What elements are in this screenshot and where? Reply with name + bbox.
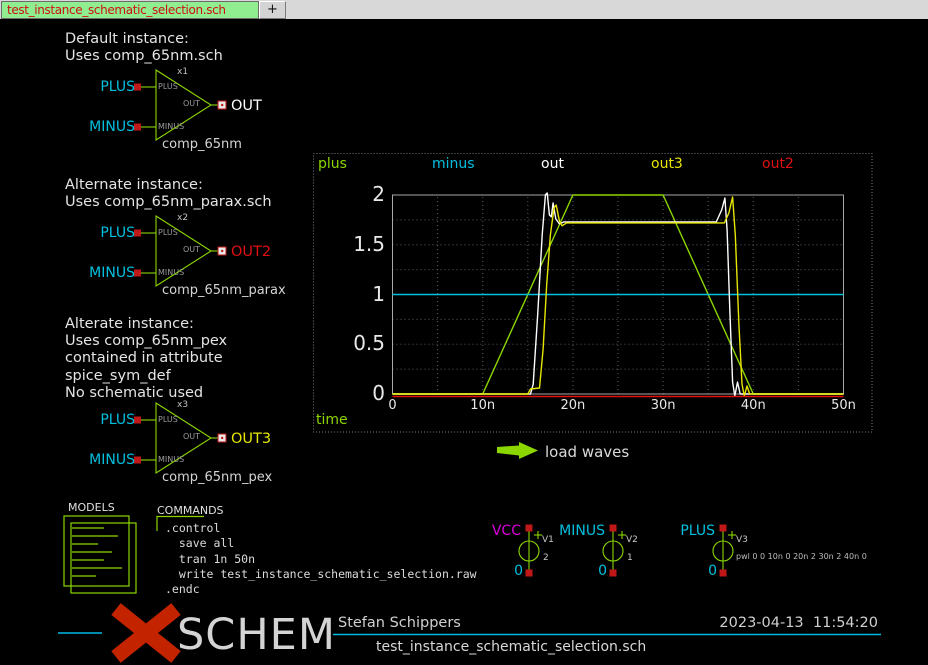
x-axis-label: time	[316, 412, 348, 429]
net-label-plus[interactable]: PLUS	[85, 225, 135, 242]
text-line: Alterate instance:	[65, 316, 227, 333]
y-tick-0: 0	[325, 381, 385, 405]
text-line: .control	[165, 521, 477, 536]
net-label-minus-src[interactable]: MINUS	[551, 523, 605, 540]
net-label-minus[interactable]: MINUS	[85, 452, 135, 469]
net-label-minus[interactable]: MINUS	[85, 265, 135, 282]
value-v2: 1	[627, 553, 633, 564]
out3-pin-dot	[221, 437, 223, 439]
text-line: Default instance:	[65, 31, 223, 48]
pin-name-minus: MINUS	[158, 455, 184, 465]
load-waves-label[interactable]: load waves	[545, 444, 629, 461]
x-tick-10n: 10n	[461, 397, 505, 414]
cell-name: comp_65nm	[162, 136, 242, 153]
models-icon[interactable]	[64, 516, 136, 593]
instance-note-3: Alterate instance:Uses comp_65nm_pexcont…	[65, 316, 227, 402]
refdes-label: x1	[177, 67, 188, 78]
instance-note-2: Alternate instance:Uses comp_65nm_parax.…	[65, 177, 272, 211]
commands-label: COMMANDS	[157, 502, 224, 519]
legend-minus: minus	[432, 156, 475, 173]
y-tick-1.5: 1.5	[325, 232, 385, 256]
y-tick-0.5: 0.5	[325, 331, 385, 355]
net-label-vcc[interactable]: VCC	[467, 523, 521, 540]
x-tick-50n: 50n	[822, 397, 866, 414]
net-label-out3[interactable]: OUT3	[231, 431, 271, 448]
net-label-plus[interactable]: PLUS	[85, 79, 135, 96]
text-line: Uses comp_65nm_pex	[65, 333, 227, 350]
text-line: tran 1n 50n	[165, 552, 477, 567]
xschem-logo-text: SCHEM	[177, 611, 336, 659]
pin-name-minus: MINUS	[158, 268, 184, 278]
net-label-gnd[interactable]: 0	[505, 563, 523, 580]
net-label-gnd[interactable]: 0	[589, 563, 607, 580]
net-label-minus[interactable]: MINUS	[85, 119, 135, 136]
text-line: Alternate instance:	[65, 177, 272, 194]
refdes-v3: V3	[736, 535, 748, 546]
author-name: Stefan Schippers	[338, 615, 461, 632]
cell-name: comp_65nm_pex	[162, 469, 272, 486]
refdes-label: x3	[177, 400, 188, 411]
pin-name-minus: MINUS	[158, 122, 184, 132]
commands-text[interactable]: .control save all tran 1n 50n write test…	[165, 521, 477, 597]
net-label-out2[interactable]: OUT2	[231, 244, 271, 261]
xschem-logo-x-icon	[116, 609, 176, 657]
legend-out3: out3	[651, 156, 683, 173]
sheet-title: test_instance_schematic_selection.sch	[376, 639, 646, 656]
xschem-window: test_instance_schematic_selection.sch + …	[0, 0, 928, 665]
text-line: save all	[165, 536, 477, 551]
text-line: Uses comp_65nm_parax.sch	[65, 194, 272, 211]
text-line: No schematic used	[65, 385, 227, 402]
load-waves-arrow-icon[interactable]	[497, 442, 538, 459]
wave-out3	[393, 197, 844, 396]
cell-name: comp_65nm_parax	[162, 282, 286, 299]
pin-name-out: OUT	[183, 432, 200, 442]
legend-out: out	[541, 156, 564, 173]
timestamp: 2023-04-13 11:54:20	[690, 615, 878, 632]
new-tab-button[interactable]: +	[259, 1, 286, 19]
x-tick-40n: 40n	[731, 397, 775, 414]
net-label-plus[interactable]: PLUS	[85, 412, 135, 429]
text-line: contained in attribute	[65, 350, 227, 367]
value-v1: 2	[543, 553, 549, 564]
text-line: spice_sym_def	[65, 368, 227, 385]
pin-name-out: OUT	[183, 245, 200, 255]
y-tick-1: 1	[325, 282, 385, 306]
pin-name-out: OUT	[183, 99, 200, 109]
instance-note-1: Default instance:Uses comp_65nm.sch	[65, 31, 223, 65]
refdes-v2: V2	[626, 535, 638, 546]
net-label-plus-src[interactable]: PLUS	[661, 523, 715, 540]
text-line: Uses comp_65nm.sch	[65, 48, 223, 65]
legend-out2: out2	[762, 156, 794, 173]
refdes-label: x2	[177, 213, 188, 224]
out-pin-dot	[221, 104, 223, 106]
models-label: MODELS	[68, 499, 115, 516]
text-line: .endc	[165, 582, 477, 597]
legend-plus: plus	[318, 156, 347, 173]
net-label-gnd[interactable]: 0	[699, 563, 717, 580]
tab-active[interactable]: test_instance_schematic_selection.sch	[1, 1, 259, 19]
tab-bar: test_instance_schematic_selection.sch +	[0, 0, 928, 19]
pin-name-plus: PLUS	[158, 82, 178, 92]
y-tick-2: 2	[325, 182, 385, 206]
pin-name-plus: PLUS	[158, 228, 178, 238]
text-line: write test_instance_schematic_selection.…	[165, 567, 477, 582]
x-tick-20n: 20n	[551, 397, 595, 414]
value-v3-pwl: pwl 0 0 10n 0 20n 2 30n 2 40n 0	[736, 552, 867, 562]
net-label-out[interactable]: OUT	[231, 98, 262, 115]
pin-name-plus: PLUS	[158, 415, 178, 425]
out2-pin-dot	[221, 250, 223, 252]
x-tick-30n: 30n	[641, 397, 685, 414]
